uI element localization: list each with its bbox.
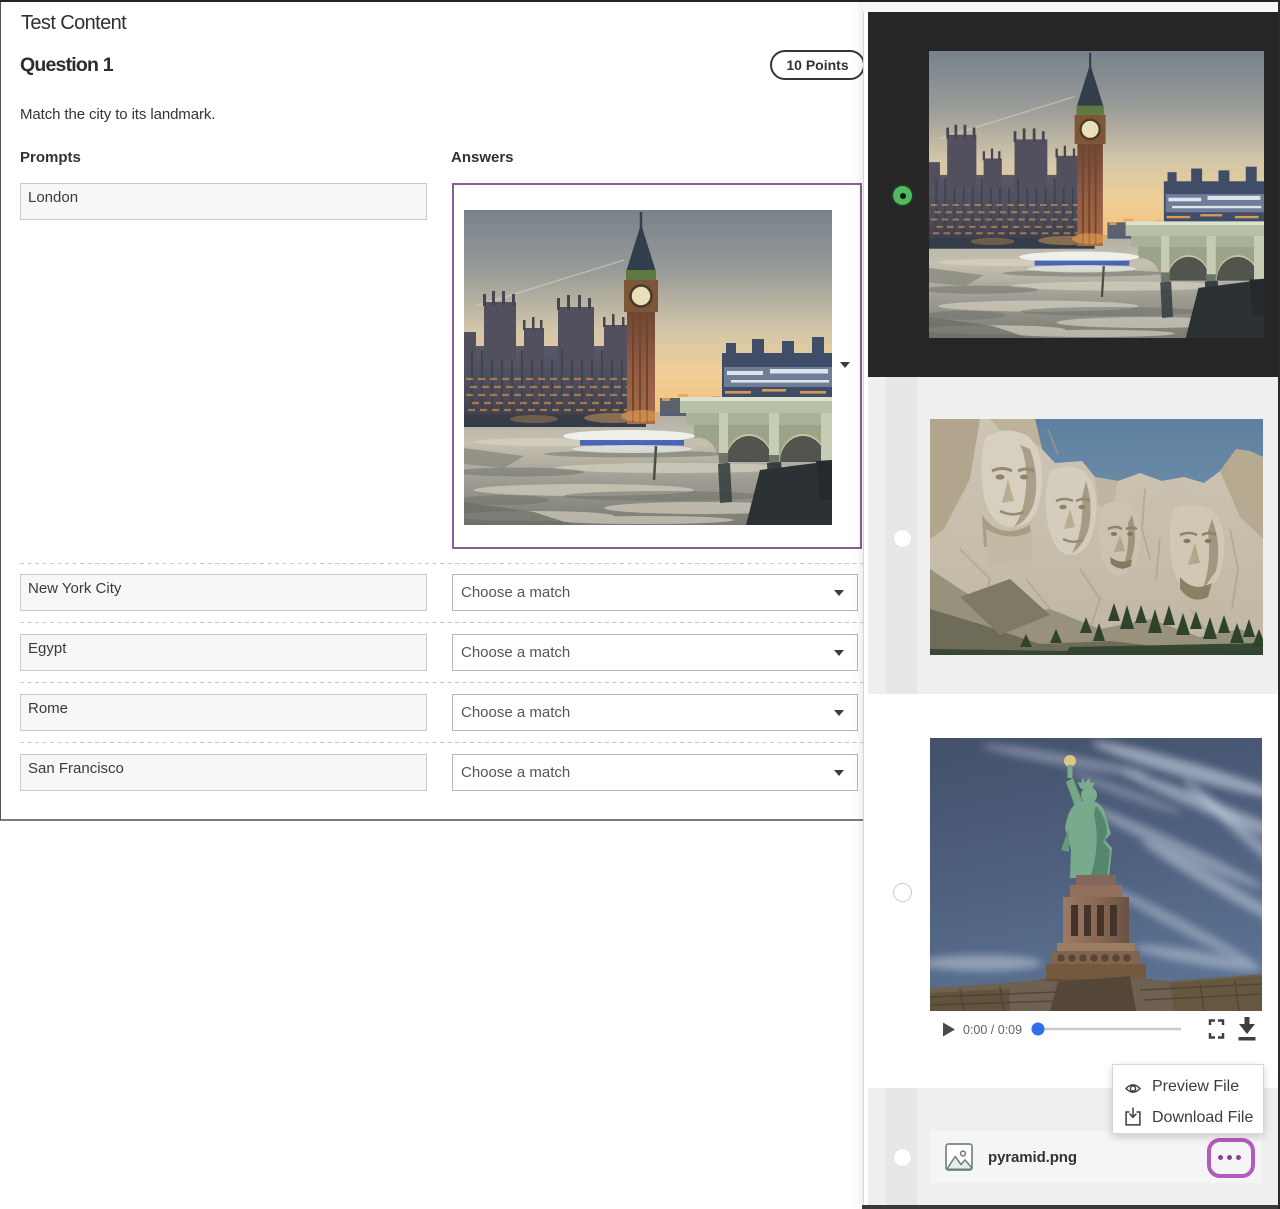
svg-text:0:00 / 0:09: 0:00 / 0:09 xyxy=(963,1023,1022,1037)
